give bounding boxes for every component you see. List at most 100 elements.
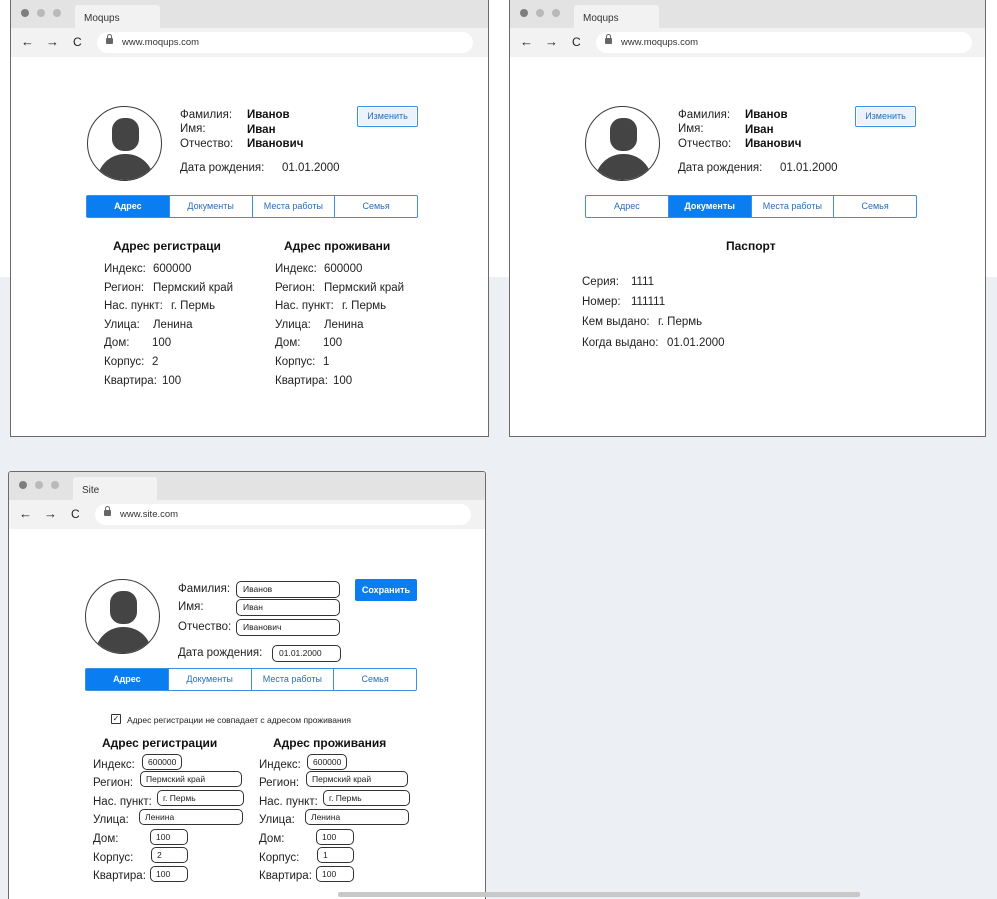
birthdate-value: 01.01.2000 bbox=[780, 162, 838, 174]
tab-documents[interactable]: Документы bbox=[168, 196, 252, 217]
firstname-field[interactable]: Иван bbox=[236, 599, 340, 616]
tab-family[interactable]: Семья bbox=[833, 196, 916, 217]
res-street-field[interactable]: Ленина bbox=[305, 809, 409, 825]
edit-button[interactable]: Изменить bbox=[855, 106, 916, 127]
back-arrow-icon[interactable]: ← bbox=[520, 34, 533, 50]
tab-address[interactable]: Адрес bbox=[86, 669, 168, 690]
lock-icon bbox=[106, 34, 113, 44]
reg-index-value: 600000 bbox=[153, 263, 192, 275]
url-text: www.moqups.com bbox=[122, 37, 200, 48]
firstname-label: Имя: bbox=[178, 601, 204, 613]
tab-address[interactable]: Адрес bbox=[87, 196, 169, 217]
res-region-field[interactable]: Пермский край bbox=[306, 771, 408, 787]
close-window-dot[interactable] bbox=[19, 481, 27, 489]
res-region-label: Регион: bbox=[275, 282, 316, 294]
res-region-value: Пермский край bbox=[324, 282, 405, 294]
save-button[interactable]: Сохранить bbox=[355, 579, 417, 601]
reg-region-label: Регион: bbox=[104, 282, 145, 294]
reg-index-label: Индекс: bbox=[104, 263, 146, 275]
forward-arrow-icon[interactable]: → bbox=[44, 506, 57, 522]
birthdate-label: Дата рождения: bbox=[178, 647, 263, 659]
res-index-label: Индекс: bbox=[275, 263, 317, 275]
tab-documents[interactable]: Документы bbox=[667, 196, 751, 217]
res-house-field[interactable]: 100 bbox=[316, 829, 354, 845]
res-apartment-label: Квартира: bbox=[275, 375, 328, 387]
avatar bbox=[585, 106, 660, 181]
url-field[interactable]: www.moqups.com bbox=[97, 32, 473, 53]
maximize-window-dot[interactable] bbox=[51, 481, 59, 489]
reg-building-field[interactable]: 2 bbox=[151, 847, 188, 863]
tab-address[interactable]: Адрес bbox=[586, 196, 668, 217]
reg-apartment-field[interactable]: 100 bbox=[150, 866, 188, 882]
horizontal-scrollbar[interactable] bbox=[338, 892, 860, 897]
res-index-field[interactable]: 600000 bbox=[307, 754, 347, 770]
birthdate-field[interactable]: 01.01.2000 bbox=[272, 645, 341, 662]
forward-arrow-icon[interactable]: → bbox=[545, 34, 558, 50]
minimize-window-dot[interactable] bbox=[35, 481, 43, 489]
browser-tab[interactable]: Site bbox=[73, 477, 157, 500]
back-arrow-icon[interactable]: ← bbox=[19, 506, 32, 522]
tab-workplaces[interactable]: Места работы bbox=[750, 196, 834, 217]
close-window-dot[interactable] bbox=[520, 9, 528, 17]
reload-icon[interactable]: C bbox=[73, 34, 82, 50]
patronymic-value: Иванович bbox=[247, 138, 304, 150]
reg-street-label: Улица: bbox=[93, 814, 129, 826]
birthdate-value: 01.01.2000 bbox=[282, 162, 340, 174]
reload-icon[interactable]: C bbox=[71, 506, 80, 522]
tab-documents[interactable]: Документы bbox=[167, 669, 251, 690]
res-locality-value: г. Пермь bbox=[342, 300, 387, 312]
avatar-body-shape bbox=[97, 154, 154, 180]
res-locality-field[interactable]: г. Пермь bbox=[323, 790, 410, 806]
close-window-dot[interactable] bbox=[21, 9, 29, 17]
browser-tab[interactable]: Moqups bbox=[75, 5, 160, 28]
reg-region-label: Регион: bbox=[93, 777, 134, 789]
browser-tab-bar: Site bbox=[9, 472, 485, 500]
registration-address-title: Адрес регистрации bbox=[102, 736, 218, 750]
maximize-window-dot[interactable] bbox=[53, 9, 61, 17]
url-field[interactable]: www.site.com bbox=[95, 504, 471, 525]
reg-locality-field[interactable]: г. Пермь bbox=[157, 790, 244, 806]
passport-issue-date-value: 01.01.2000 bbox=[667, 337, 725, 349]
res-street-label: Улица: bbox=[259, 814, 295, 826]
reload-icon[interactable]: C bbox=[572, 34, 581, 50]
url-field[interactable]: www.moqups.com bbox=[596, 32, 972, 53]
res-locality-label: Нас. пункт: bbox=[259, 796, 318, 808]
avatar-head-shape bbox=[112, 118, 139, 151]
residence-address-title: Адрес проживани bbox=[284, 239, 391, 253]
forward-arrow-icon[interactable]: → bbox=[46, 34, 59, 50]
passport-series-value: 1111 bbox=[631, 276, 655, 288]
maximize-window-dot[interactable] bbox=[552, 9, 560, 17]
tab-family[interactable]: Семья bbox=[334, 196, 417, 217]
passport-issuer-value: г. Пермь bbox=[658, 316, 703, 328]
url-text: www.site.com bbox=[120, 509, 179, 520]
reg-house-field[interactable]: 100 bbox=[150, 829, 188, 845]
reg-apartment-value: 100 bbox=[162, 375, 182, 387]
res-apartment-field[interactable]: 100 bbox=[316, 866, 354, 882]
reg-region-value: Пермский край bbox=[153, 282, 234, 294]
lastname-field[interactable]: Иванов bbox=[236, 581, 340, 598]
minimize-window-dot[interactable] bbox=[37, 9, 45, 17]
back-arrow-icon[interactable]: ← bbox=[21, 34, 34, 50]
tab-workplaces[interactable]: Места работы bbox=[250, 669, 334, 690]
browser-tab[interactable]: Moqups bbox=[574, 5, 659, 28]
patronymic-field[interactable]: Иванович bbox=[236, 619, 340, 636]
avatar-body-shape bbox=[95, 627, 152, 653]
res-street-value: Ленина bbox=[324, 319, 364, 331]
reg-locality-label: Нас. пункт: bbox=[93, 796, 152, 808]
reg-street-field[interactable]: Ленина bbox=[139, 809, 243, 825]
reg-index-field[interactable]: 600000 bbox=[142, 754, 182, 770]
different-address-checkbox[interactable]: ✓ bbox=[111, 714, 121, 724]
reg-building-value: 2 bbox=[152, 356, 159, 368]
passport-issuer-label: Кем выдано: bbox=[582, 316, 650, 328]
edit-button[interactable]: Изменить bbox=[357, 106, 418, 127]
profile-tabs: Адрес Документы Места работы Семья bbox=[85, 668, 417, 691]
reg-region-field[interactable]: Пермский край bbox=[140, 771, 242, 787]
browser-tab-bar: Moqups bbox=[510, 0, 985, 28]
tab-family[interactable]: Семья bbox=[333, 669, 416, 690]
res-house-label: Дом: bbox=[259, 833, 285, 845]
res-building-field[interactable]: 1 bbox=[317, 847, 354, 863]
minimize-window-dot[interactable] bbox=[536, 9, 544, 17]
tab-workplaces[interactable]: Места работы bbox=[251, 196, 335, 217]
lastname-label: Фамилия: bbox=[678, 109, 731, 121]
address-bar-row: ← → C www.site.com bbox=[9, 500, 485, 529]
